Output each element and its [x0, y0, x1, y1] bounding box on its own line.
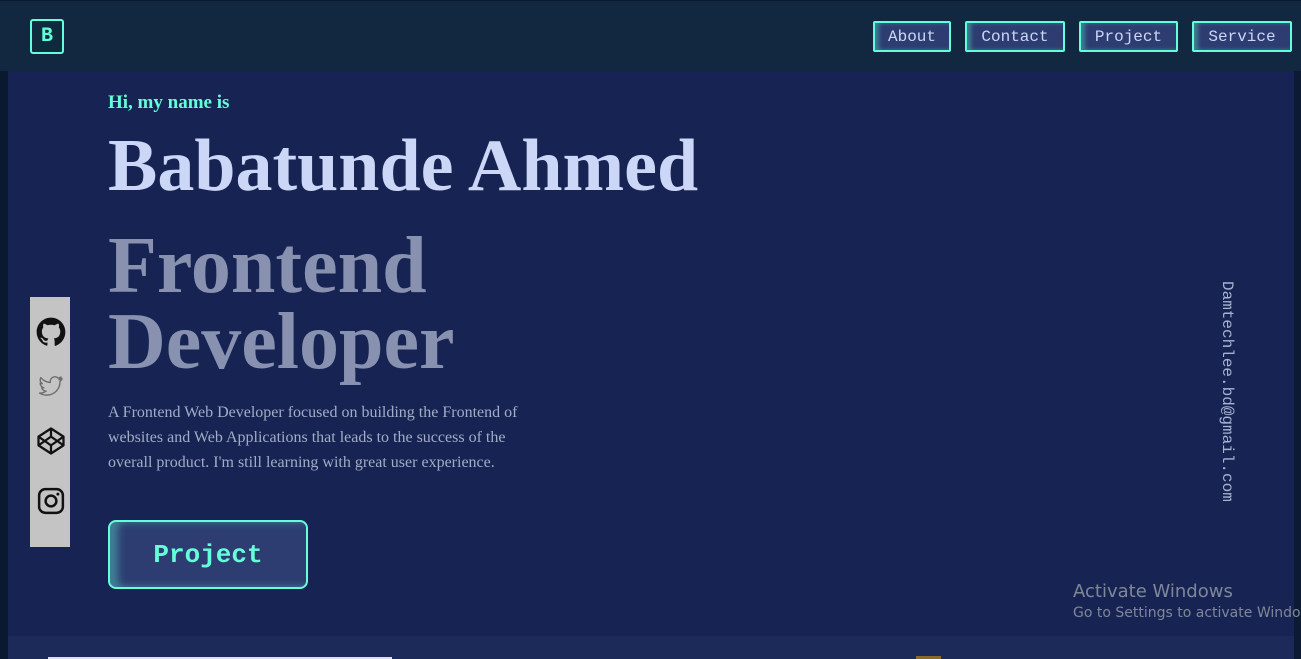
project-cta-button[interactable]: Project — [108, 520, 308, 589]
hero-greeting: Hi, my name is — [108, 92, 230, 113]
nav-contact-button[interactable]: Contact — [965, 21, 1065, 52]
hero-description: A Frontend Web Developer focused on buil… — [108, 404, 518, 471]
page-edge — [1294, 71, 1301, 659]
hero-role-line-2: Developer — [108, 298, 455, 386]
instagram-icon[interactable] — [36, 486, 66, 516]
next-section-edge — [8, 636, 1294, 659]
nav-service-button[interactable]: Service — [1192, 21, 1292, 52]
nav-project-button[interactable]: Project — [1079, 21, 1178, 52]
email-link[interactable]: Damtechlee.bd@gmail.com — [1215, 266, 1239, 516]
logo[interactable]: B — [30, 19, 64, 54]
hero-role-line-1: Frontend — [108, 222, 427, 310]
navbar: B About Contact Project Service — [0, 0, 1301, 71]
twitter-icon[interactable] — [36, 372, 66, 402]
watermark-subtitle: Go to Settings to activate Windows. — [1073, 605, 1301, 621]
social-sidebar — [30, 297, 70, 547]
nav-about-button[interactable]: About — [873, 21, 951, 52]
watermark-title: Activate Windows — [1073, 581, 1233, 602]
codepen-icon[interactable] — [36, 426, 66, 456]
email-text[interactable]: Damtechlee.bd@gmail.com — [1218, 281, 1236, 502]
hero-role: Frontend Developer — [108, 222, 455, 386]
hero-name: Babatunde Ahmed — [108, 125, 699, 207]
github-icon[interactable] — [36, 317, 66, 347]
activate-windows-watermark: Activate Windows Go to Settings to activ… — [1073, 581, 1301, 623]
